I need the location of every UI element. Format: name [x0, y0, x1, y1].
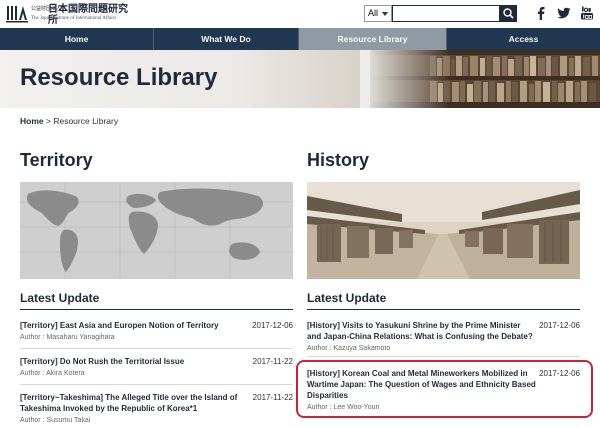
territory-divider: [20, 309, 293, 310]
entry-title[interactable]: [History] Visits to Yasukuni Shrine by t…: [307, 320, 533, 342]
history-heading[interactable]: History: [307, 150, 369, 171]
entry-title-line-1: [Territory~Takeshima] The Alleged Title …: [20, 393, 238, 402]
history-divider: [307, 309, 580, 310]
old-town-street-image: [307, 182, 580, 279]
entry-divider: [20, 384, 293, 385]
site-logo[interactable]: 公益財団法人 日本国際問題研究所 The Japan Institute of …: [6, 4, 136, 26]
logo-english-name: The Japan Institute of International Aff…: [31, 16, 117, 21]
nav-item-access[interactable]: Access: [447, 28, 600, 50]
nav-item-resource-library[interactable]: Resource Library: [299, 28, 447, 50]
entry-title[interactable]: [Territory] East Asia and Europen Notion…: [20, 320, 219, 331]
territory-map-image[interactable]: [20, 182, 293, 279]
entry-title[interactable]: [Territory] Do Not Rush the Territorial …: [20, 356, 184, 367]
entry-date: 2017-12-06: [252, 321, 293, 330]
territory-latest-update-heading: Latest Update: [20, 291, 100, 305]
territory-list-item-1[interactable]: [Territory] East Asia and Europen Notion…: [20, 320, 293, 350]
search-scope-select[interactable]: All: [364, 5, 392, 22]
logo-name: 日本国際問題研究所: [48, 4, 128, 26]
entry-date: 2017-12-06: [539, 321, 580, 330]
history-list-item-1[interactable]: [History] Visits to Yasukuni Shrine by t…: [307, 320, 580, 358]
entry-date: 2017-11-22: [252, 393, 293, 402]
world-map-image: [20, 182, 293, 279]
search-input[interactable]: [392, 5, 500, 22]
top-bar: 公益財団法人 日本国際問題研究所 The Japan Institute of …: [0, 0, 600, 28]
entry-title-line-1: [History] Visits to Yasukuni Shrine by t…: [307, 321, 521, 330]
entry-author: Author : Kazuya Sakamoto: [307, 345, 391, 352]
territory-list-item-2[interactable]: [Territory] Do Not Rush the Territorial …: [20, 356, 293, 386]
page-title: Resource Library: [20, 64, 218, 91]
entry-author: Author : Masaharu Yanagihara: [20, 334, 115, 341]
breadcrumb-home-link[interactable]: Home: [20, 116, 44, 126]
chevron-down-icon: [382, 12, 388, 16]
search-scope-value: All: [368, 8, 379, 18]
search-icon: [503, 8, 514, 19]
nav-item-what-we-do[interactable]: What We Do: [154, 28, 299, 50]
twitter-icon[interactable]: [557, 6, 571, 20]
entry-author: Author : Akira Kotera: [20, 370, 85, 377]
breadcrumb-separator: >: [46, 116, 51, 126]
entry-title-line-2: Takeshima Invoked by the Republic of Kor…: [20, 404, 198, 413]
territory-list-item-3[interactable]: [Territory~Takeshima] The Alleged Title …: [20, 392, 293, 427]
nav-item-home[interactable]: Home: [0, 28, 154, 50]
highlight-annotation: [296, 360, 593, 418]
history-street-image[interactable]: [307, 182, 580, 279]
facebook-icon[interactable]: [534, 6, 548, 20]
entry-title[interactable]: [Territory~Takeshima] The Alleged Title …: [20, 392, 237, 414]
entry-date: 2017-11-22: [252, 357, 293, 366]
youtube-icon[interactable]: [580, 6, 594, 20]
territory-heading[interactable]: Territory: [20, 150, 93, 171]
main-navigation: Home What We Do Resource Library Access: [0, 28, 600, 50]
hero-banner: Resource Library: [0, 50, 600, 108]
breadcrumb: Home > Resource Library: [20, 116, 118, 126]
entry-author: Author : Susumu Takai: [20, 417, 91, 424]
entry-divider: [20, 348, 293, 349]
history-latest-update-heading: Latest Update: [307, 291, 387, 305]
search-button[interactable]: [500, 5, 517, 22]
breadcrumb-current: Resource Library: [53, 116, 119, 126]
entry-title-line-2: and Japan-China Relations: What is Confu…: [307, 332, 533, 341]
entry-divider: [307, 356, 580, 357]
jiia-logo-icon: [6, 6, 28, 23]
